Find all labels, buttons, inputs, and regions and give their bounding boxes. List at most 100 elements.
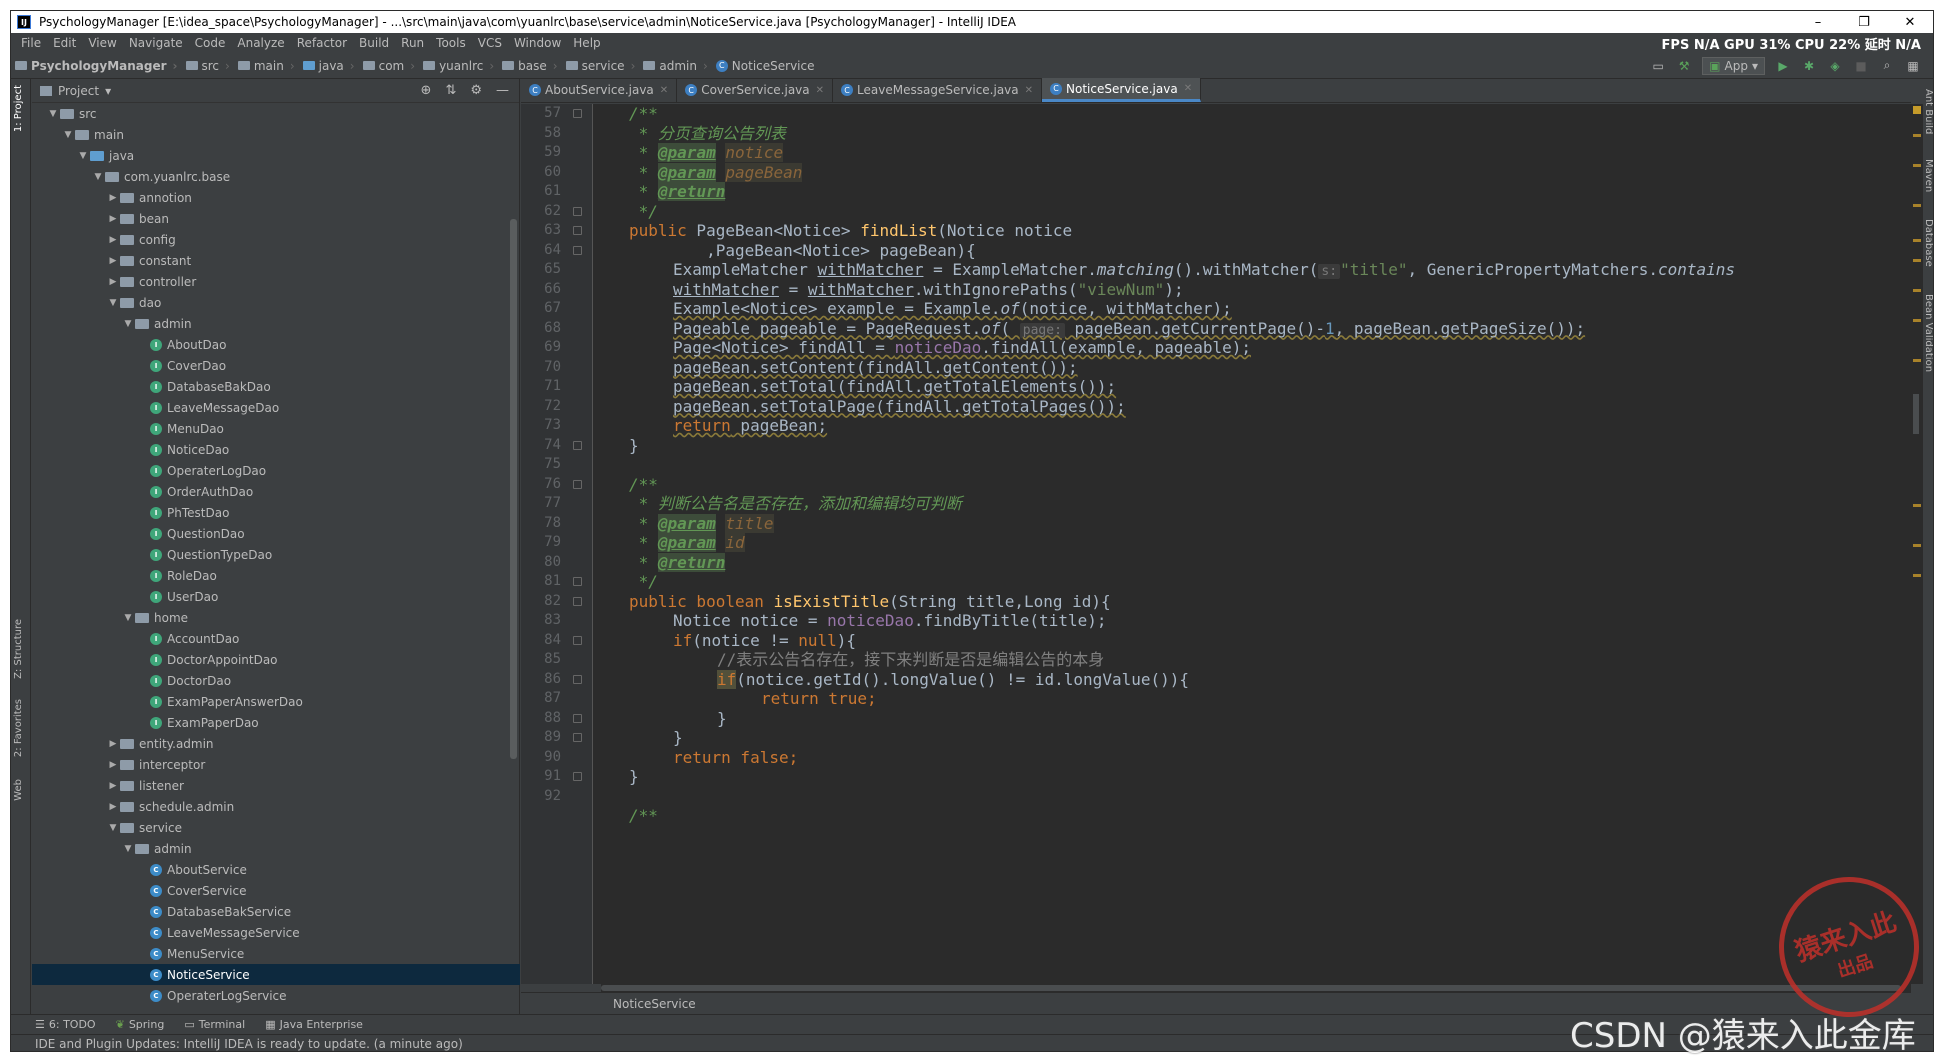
menu-view[interactable]: View: [82, 36, 122, 50]
close-tab-icon[interactable]: ✕: [816, 85, 824, 96]
tree-item[interactable]: I DatabaseBakDao: [32, 376, 520, 397]
debug-icon[interactable]: ✱: [1801, 58, 1817, 74]
menu-tools[interactable]: Tools: [430, 36, 472, 50]
tree-item[interactable]: ▶ controller: [32, 271, 520, 292]
warning-marker[interactable]: [1913, 134, 1921, 137]
warning-marker[interactable]: [1913, 359, 1921, 362]
tree-item[interactable]: I LeaveMessageDao: [32, 397, 520, 418]
tree-item[interactable]: I AccountDao: [32, 628, 520, 649]
collapsed-arrow-icon[interactable]: ▶: [106, 214, 120, 224]
tree-item[interactable]: I AboutDao: [32, 334, 520, 355]
tree-item[interactable]: I OrderAuthDao: [32, 481, 520, 502]
tree-item[interactable]: I DoctorDao: [32, 670, 520, 691]
warning-marker[interactable]: [1913, 106, 1921, 114]
expanded-arrow-icon[interactable]: ▼: [61, 130, 75, 140]
warning-marker[interactable]: [1913, 574, 1921, 577]
tree-item[interactable]: ▼ admin: [32, 313, 520, 334]
collapsed-arrow-icon[interactable]: ▶: [106, 739, 120, 749]
menu-navigate[interactable]: Navigate: [123, 36, 189, 50]
breadcrumb-admin[interactable]: admin ›: [639, 59, 711, 73]
editor-scroll-thumb[interactable]: [1913, 394, 1919, 434]
expanded-arrow-icon[interactable]: ▼: [121, 844, 135, 854]
expanded-arrow-icon[interactable]: ▼: [106, 298, 120, 308]
hscroll-thumb[interactable]: [601, 985, 1901, 991]
tree-item[interactable]: I DoctorAppointDao: [32, 649, 520, 670]
close-tab-icon[interactable]: ✕: [1025, 85, 1033, 96]
menu-refactor[interactable]: Refactor: [291, 36, 353, 50]
code-editor[interactable]: 57 58 59 60 61 62 63 64 65 66 67 68 69 70 71 72 73 74 75 76…: [521, 104, 1911, 984]
tree-item[interactable]: C LeaveMessageService: [32, 922, 520, 943]
warning-marker[interactable]: [1913, 544, 1921, 547]
tree-item[interactable]: C DatabaseBakService: [32, 901, 520, 922]
close-tab-icon[interactable]: ✕: [660, 85, 668, 96]
minimize-button[interactable]: –: [1795, 15, 1841, 30]
tree-item[interactable]: C NoticeService: [32, 964, 520, 985]
tree-item[interactable]: I RoleDao: [32, 565, 520, 586]
gear-icon[interactable]: ⚙: [470, 83, 482, 98]
warning-marker[interactable]: [1913, 164, 1921, 167]
menu-build[interactable]: Build: [353, 36, 395, 50]
tree-item[interactable]: ▼ home: [32, 607, 520, 628]
tool-tab-todo[interactable]: ☰ 6: TODO: [35, 1018, 96, 1031]
tree-item[interactable]: ▼ admin: [32, 838, 520, 859]
project-view-select[interactable]: Project: [58, 84, 99, 98]
tree-item[interactable]: ▼ java: [32, 145, 520, 166]
warning-marker[interactable]: [1913, 319, 1921, 322]
status-message[interactable]: IDE and Plugin Updates: IntelliJ IDEA is…: [35, 1037, 463, 1051]
breadcrumb-java[interactable]: java ›: [299, 59, 359, 73]
tab-noticeservice[interactable]: C NoticeService.java ✕: [1042, 78, 1202, 102]
tool-tab-maven[interactable]: Maven: [1923, 159, 1933, 192]
expanded-arrow-icon[interactable]: ▼: [106, 823, 120, 833]
tree-item[interactable]: ▼ main: [32, 124, 520, 145]
tree-item[interactable]: I ExamPaperAnswerDao: [32, 691, 520, 712]
expanded-arrow-icon[interactable]: ▼: [121, 613, 135, 623]
tool-tab-structure[interactable]: Z: Structure: [13, 619, 24, 679]
menu-help[interactable]: Help: [567, 36, 606, 50]
breadcrumb-noticeservice[interactable]: C NoticeService: [712, 59, 819, 73]
project-scrollbar[interactable]: [510, 219, 517, 759]
project-structure-icon[interactable]: ▭: [1650, 58, 1666, 74]
warning-marker[interactable]: [1913, 204, 1921, 207]
tree-item[interactable]: ▼ src: [32, 103, 520, 124]
breadcrumb-src[interactable]: src ›: [182, 59, 234, 73]
tree-item[interactable]: ▶ listener: [32, 775, 520, 796]
tab-coverservice[interactable]: C CoverService.java ✕: [677, 78, 834, 102]
tree-item[interactable]: I OperaterLogDao: [32, 460, 520, 481]
tool-tab-favorites[interactable]: 2: Favorites: [13, 699, 24, 757]
tree-item[interactable]: I PhTestDao: [32, 502, 520, 523]
breadcrumb-project[interactable]: PsychologyManager ›: [11, 59, 182, 73]
breadcrumb-service[interactable]: service ›: [562, 59, 640, 73]
tool-tab-java-enterprise[interactable]: ▦ Java Enterprise: [265, 1018, 363, 1031]
warning-marker[interactable]: [1913, 239, 1921, 242]
menu-edit[interactable]: Edit: [47, 36, 82, 50]
menu-vcs[interactable]: VCS: [472, 36, 508, 50]
run-icon[interactable]: ▶: [1775, 58, 1791, 74]
collapsed-arrow-icon[interactable]: ▶: [106, 256, 120, 266]
breadcrumb-yuanlrc[interactable]: yuanlrc ›: [419, 59, 498, 73]
error-stripe[interactable]: [1911, 104, 1923, 984]
tree-item[interactable]: C AboutService: [32, 859, 520, 880]
tree-item[interactable]: C OperaterLogService: [32, 985, 520, 1006]
code-area[interactable]: /** * 分页查询公告列表 * @param notice * @param …: [521, 104, 1735, 825]
warning-marker[interactable]: [1913, 504, 1921, 507]
coverage-icon[interactable]: ◈: [1827, 58, 1843, 74]
close-tab-icon[interactable]: ✕: [1184, 83, 1192, 94]
tree-item[interactable]: ▼ service: [32, 817, 520, 838]
tree-item[interactable]: ▶ entity.admin: [32, 733, 520, 754]
tree-item[interactable]: ▶ schedule.admin: [32, 796, 520, 817]
expanded-arrow-icon[interactable]: ▼: [76, 151, 90, 161]
close-button[interactable]: ✕: [1887, 15, 1933, 30]
tree-item[interactable]: ▶ bean: [32, 208, 520, 229]
menu-file[interactable]: File: [15, 36, 47, 50]
tree-item[interactable]: C CoverService: [32, 880, 520, 901]
tree-item[interactable]: I QuestionTypeDao: [32, 544, 520, 565]
tree-item[interactable]: I NoticeDao: [32, 439, 520, 460]
run-config-select[interactable]: ▣ App ▾: [1702, 56, 1765, 75]
collapsed-arrow-icon[interactable]: ▶: [106, 760, 120, 770]
expanded-arrow-icon[interactable]: ▼: [46, 109, 60, 119]
warning-marker[interactable]: [1913, 289, 1921, 292]
collapse-all-icon[interactable]: ⇅: [445, 83, 456, 98]
build-hammer-icon[interactable]: ⚒: [1676, 58, 1692, 74]
collapsed-arrow-icon[interactable]: ▶: [106, 235, 120, 245]
search-icon[interactable]: ⌕: [1879, 58, 1895, 74]
